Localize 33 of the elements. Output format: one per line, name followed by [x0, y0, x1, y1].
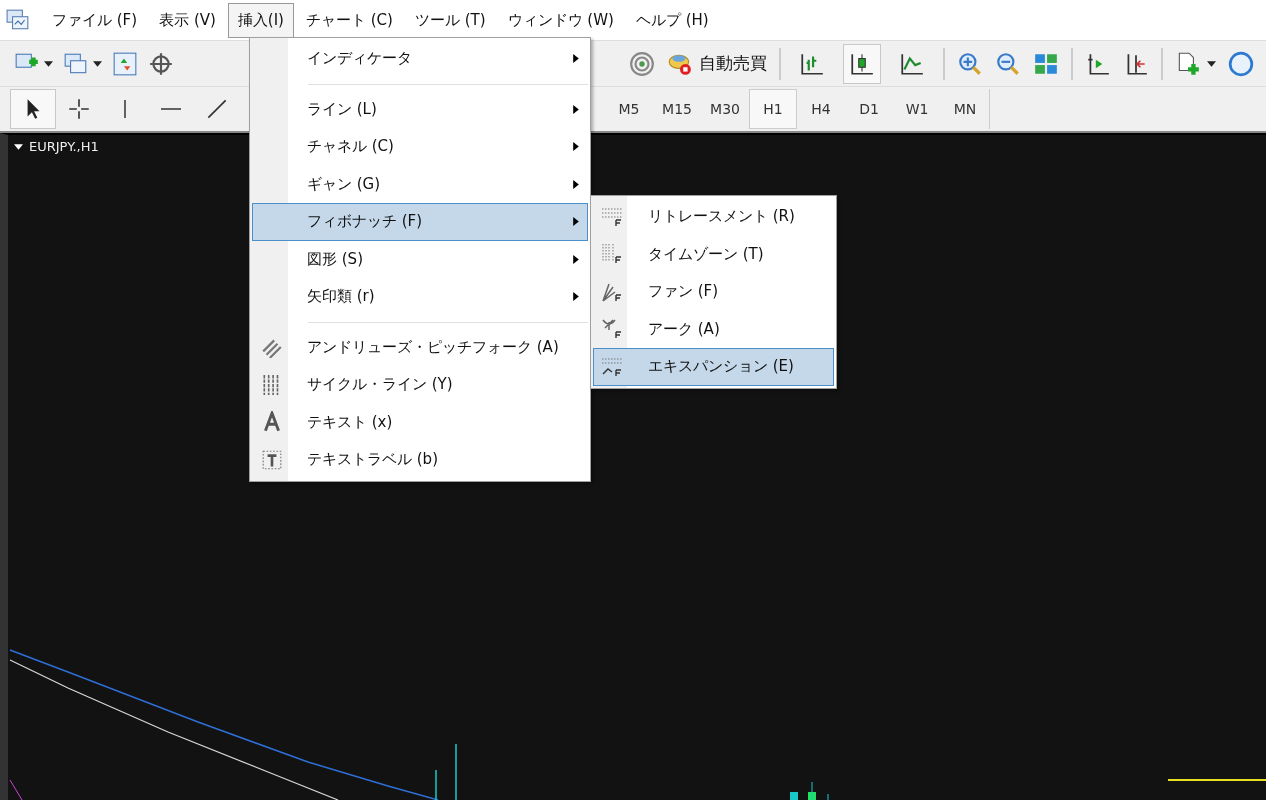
menu-item[interactable]: エキスパンション (E): [593, 348, 834, 386]
menu-item[interactable]: チャネル (C): [252, 128, 588, 166]
menu-item[interactable]: ファイル (F): [42, 2, 148, 38]
menu-item[interactable]: アンドリューズ・ピッチフォーク (A): [252, 328, 588, 366]
menu-item[interactable]: ライン (L): [252, 90, 588, 128]
timeframe-button[interactable]: W1: [893, 89, 941, 129]
timeframe-button[interactable]: M30: [701, 89, 749, 129]
timeframe-button[interactable]: H4: [797, 89, 845, 129]
autotrade-button[interactable]: 自動売買: [667, 50, 767, 77]
menu-item[interactable]: タイムゾーン (T): [593, 235, 834, 273]
menu-item[interactable]: リトレースメント (R): [593, 198, 834, 236]
menu-item[interactable]: 表示 (V): [149, 2, 226, 38]
menu-item[interactable]: フィボナッチ (F): [252, 203, 588, 241]
menu-item[interactable]: 図形 (S): [252, 240, 588, 278]
menu-item[interactable]: ウィンドウ (W): [497, 2, 624, 38]
timeframe-button[interactable]: M15: [653, 89, 701, 129]
timeframe-button[interactable]: D1: [845, 89, 893, 129]
chart-symbol-label: EURJPY.,H1: [29, 139, 99, 154]
menu-item[interactable]: ツール (T): [404, 2, 496, 38]
menu-item[interactable]: アーク (A): [593, 310, 834, 348]
menu-item[interactable]: ギャン (G): [252, 165, 588, 203]
menu-item[interactable]: チャート (C): [296, 2, 403, 38]
menu-item[interactable]: テキスト (x): [252, 403, 588, 441]
menu-item[interactable]: インディケータ: [252, 40, 588, 78]
timeframe-button[interactable]: MN: [941, 89, 989, 129]
menu-item[interactable]: サイクル・ライン (Y): [252, 366, 588, 404]
menu-item[interactable]: ファン (F): [593, 273, 834, 311]
menu-item[interactable]: 挿入(I): [227, 2, 294, 38]
timeframe-button[interactable]: M5: [605, 89, 653, 129]
menu-item[interactable]: ヘルプ (H): [625, 2, 719, 38]
menu-item[interactable]: テキストラベル (b): [252, 441, 588, 479]
menu-item[interactable]: 矢印類 (r): [252, 278, 588, 316]
timeframe-button[interactable]: H1: [749, 89, 797, 129]
